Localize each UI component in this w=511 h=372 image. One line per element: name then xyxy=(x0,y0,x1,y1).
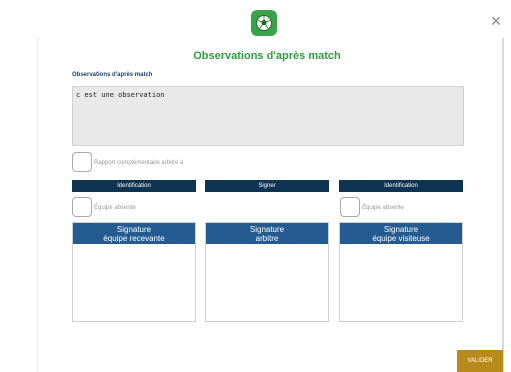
signature-title: Signature xyxy=(116,225,152,234)
signature-subtitle: équipe recevante xyxy=(103,234,165,243)
signature-title: Signature xyxy=(383,225,419,234)
identification-home-button[interactable]: Identification xyxy=(72,180,196,192)
observations-textarea[interactable]: c est une observation xyxy=(72,86,464,146)
home-team-absent-checkbox[interactable] xyxy=(72,197,92,217)
divider xyxy=(37,38,38,372)
signature-header: Signature arbitre xyxy=(206,223,328,244)
signature-header: Signature équipe visiteuse xyxy=(340,223,462,244)
referee-signature-box: Signature arbitre xyxy=(205,222,329,322)
signature-pad[interactable] xyxy=(340,244,462,321)
close-icon[interactable]: × xyxy=(487,12,505,30)
away-team-absent-checkbox[interactable] xyxy=(340,197,360,217)
soccer-ball-icon xyxy=(251,10,277,36)
scrollbar[interactable] xyxy=(502,38,504,372)
home-team-signature-box: Signature équipe recevante xyxy=(72,222,196,322)
signature-title: Signature xyxy=(249,225,285,234)
signature-pad[interactable] xyxy=(73,244,195,321)
rapport-checkbox[interactable] xyxy=(72,152,92,172)
sign-referee-button[interactable]: Signer xyxy=(205,180,329,192)
signature-subtitle: équipe visiteuse xyxy=(372,234,430,243)
observations-label: Observations d'après match xyxy=(72,72,153,78)
validate-button[interactable]: VALIDER xyxy=(457,350,503,372)
home-team-absent-label: Équipe absente xyxy=(94,205,136,211)
identification-away-button[interactable]: Identification xyxy=(339,180,463,192)
away-team-absent-label: Équipe absente xyxy=(362,205,404,211)
away-team-signature-box: Signature équipe visiteuse xyxy=(339,222,463,322)
rapport-checkbox-label: Rapport complémentaire arbitre à xyxy=(94,160,184,166)
signature-subtitle: arbitre xyxy=(255,234,279,243)
signature-pad[interactable] xyxy=(206,244,328,321)
signature-header: Signature équipe recevante xyxy=(73,223,195,244)
dialog-title: Observations d'après match xyxy=(193,50,341,62)
